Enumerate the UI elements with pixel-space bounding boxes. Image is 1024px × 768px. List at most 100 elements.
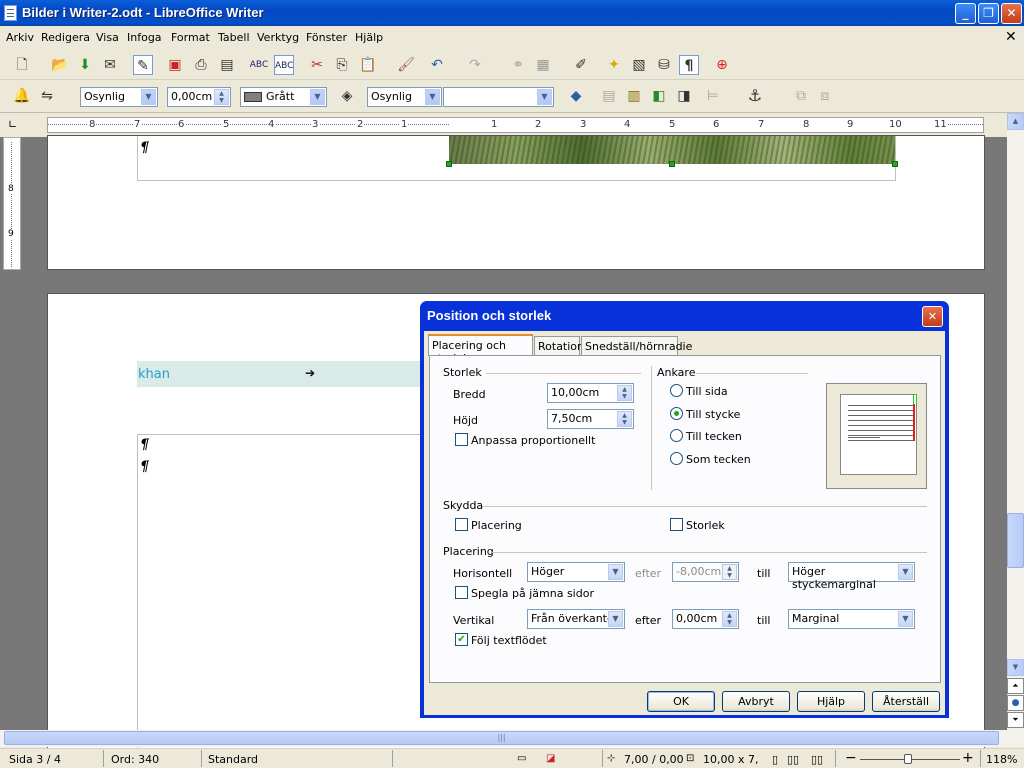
anchor-page-label[interactable]: Till sida xyxy=(686,385,728,398)
tab-position-size[interactable]: Placering och storlek xyxy=(428,334,533,365)
gallery-icon[interactable]: ▧ xyxy=(629,55,649,75)
vertical-select[interactable]: Från överkanten ▼ xyxy=(527,609,625,629)
edit-mode-icon[interactable]: ✎ xyxy=(133,55,153,75)
menu-hjalp[interactable]: Hjälp xyxy=(355,31,383,44)
page-previous[interactable]: ¶ xyxy=(47,135,985,270)
anchor-character-label[interactable]: Till tecken xyxy=(686,430,742,443)
spin-arrows-icon[interactable]: ▲ ▼ xyxy=(617,411,632,427)
bring-front-icon[interactable]: ◧ xyxy=(649,86,669,106)
send-back-icon[interactable]: ◨ xyxy=(674,86,694,106)
reset-button[interactable]: Återställ xyxy=(872,691,940,712)
cut-icon[interactable]: ✂ xyxy=(307,55,327,75)
keep-ratio-checkbox[interactable] xyxy=(455,433,468,446)
unlink-frames-icon[interactable]: ⧈ xyxy=(815,86,835,106)
open-folder-icon[interactable]: 📂 xyxy=(50,55,70,75)
width-field[interactable]: 10,00cm ▲ ▼ xyxy=(547,383,634,403)
vertical-ruler[interactable]: 8 9 xyxy=(3,137,21,270)
protect-size-label[interactable]: Storlek xyxy=(686,519,725,532)
menu-redigera[interactable]: Redigera xyxy=(41,31,90,44)
anchor-paragraph-radio[interactable] xyxy=(670,407,683,420)
bell-icon[interactable]: 🔔 xyxy=(12,86,32,106)
data-sources-icon[interactable]: ⛁ xyxy=(654,55,674,75)
anchor-as-char-label[interactable]: Som tecken xyxy=(686,453,751,466)
wrap-icon[interactable]: ⇋ xyxy=(37,86,57,106)
menu-tabell[interactable]: Tabell xyxy=(218,31,250,44)
prev-page-icon[interactable]: ⏶ xyxy=(1007,678,1024,694)
highlighted-paragraph[interactable]: khan ➔ xyxy=(137,361,427,387)
status-zoom[interactable]: 118% xyxy=(986,753,1017,766)
menu-arkiv[interactable]: Arkiv xyxy=(6,31,34,44)
wrap-off-icon[interactable]: ▤ xyxy=(599,86,619,106)
horizontal-ruler[interactable]: 8 7 6 5 4 3 2 1 1 2 3 4 5 6 7 8 9 10 11 xyxy=(47,117,984,133)
horizontal-scrollbar[interactable]: ||| xyxy=(0,730,1024,747)
link-frames-icon[interactable]: ⧉ xyxy=(791,86,811,106)
v-after-field[interactable]: 0,00cm ▲ ▼ xyxy=(672,609,739,629)
status-page-style[interactable]: Standard xyxy=(208,753,258,766)
cancel-button[interactable]: Avbryt xyxy=(722,691,790,712)
redo-icon[interactable]: ↷ xyxy=(465,55,485,75)
print-preview-icon[interactable]: ▤ xyxy=(217,55,237,75)
line-color-select[interactable]: Grått ▼ xyxy=(240,87,327,107)
selection-handle[interactable] xyxy=(669,161,675,167)
maximize-button[interactable]: ❐ xyxy=(978,3,999,24)
zoom-slider-thumb[interactable] xyxy=(904,754,912,764)
export-pdf-icon[interactable]: ▣ xyxy=(165,55,185,75)
menu-fonster[interactable]: Fönster xyxy=(306,31,347,44)
spellcheck-icon[interactable]: ABC xyxy=(249,55,269,75)
anchor-paragraph-label[interactable]: Till stycke xyxy=(686,408,740,421)
protect-position-label[interactable]: Placering xyxy=(471,519,522,532)
hyperlink-icon[interactable]: ⚭ xyxy=(508,55,528,75)
help-lifebuoy-icon[interactable]: ⊕ xyxy=(712,55,732,75)
table-icon[interactable]: ▦ xyxy=(533,55,553,75)
undo-icon[interactable]: ↶ xyxy=(427,55,447,75)
vertical-scrollbar[interactable]: ▲ ▼ ⏶ ● ⏷ xyxy=(1007,113,1024,730)
area-fill-select[interactable]: ▼ xyxy=(443,87,554,107)
scroll-thumb[interactable]: ||| xyxy=(4,731,999,745)
single-page-view-icon[interactable]: ▯ xyxy=(772,753,778,766)
area-style-select[interactable]: Osynlig ▼ xyxy=(367,87,442,107)
anchor-as-char-radio[interactable] xyxy=(670,452,683,465)
wrap-page-icon[interactable]: ▥ xyxy=(624,86,644,106)
navigator-icon[interactable]: ✦ xyxy=(604,55,624,75)
line-width-spinner[interactable]: 0,00cm ▲ ▼ xyxy=(167,87,231,107)
anchor-character-radio[interactable] xyxy=(670,429,683,442)
height-field[interactable]: 7,50cm ▲ ▼ xyxy=(547,409,634,429)
h-to-select[interactable]: Höger styckemarginal ▼ xyxy=(788,562,915,591)
line-style-select[interactable]: Osynlig ▼ xyxy=(80,87,158,107)
autospellcheck-icon[interactable]: ABC xyxy=(274,55,294,75)
book-view-icon[interactable]: ▯▯ xyxy=(811,753,823,766)
paste-icon[interactable]: 📋 xyxy=(358,55,378,75)
dialog-close-button[interactable]: ✕ xyxy=(922,306,943,327)
scroll-thumb[interactable] xyxy=(1007,513,1024,568)
save-icon[interactable]: ⬇ xyxy=(75,55,95,75)
keep-ratio-label[interactable]: Anpassa proportionellt xyxy=(471,434,595,447)
area-fill-icon[interactable]: ◈ xyxy=(337,86,357,106)
zoom-out-icon[interactable]: − xyxy=(845,750,857,766)
scroll-down-button[interactable]: ▼ xyxy=(1007,659,1024,676)
horizontal-select[interactable]: Höger ▼ xyxy=(527,562,625,582)
h-after-field[interactable]: -8,00cm ▲ ▼ xyxy=(672,562,739,582)
show-draw-functions-icon[interactable]: ✐ xyxy=(571,55,591,75)
mirror-checkbox[interactable] xyxy=(455,586,468,599)
anchor-page-radio[interactable] xyxy=(670,384,683,397)
spin-arrows-icon[interactable]: ▲ ▼ xyxy=(617,385,632,401)
protect-size-checkbox[interactable] xyxy=(670,518,683,531)
spin-arrows-icon[interactable]: ▲ ▼ xyxy=(722,611,737,627)
new-document-icon[interactable]: 🗋 xyxy=(12,55,32,75)
menu-format[interactable]: Format xyxy=(171,31,210,44)
follow-textflow-checkbox[interactable]: ✔ xyxy=(455,633,468,646)
email-icon[interactable]: ✉ xyxy=(100,55,120,75)
follow-textflow-label[interactable]: Följ textflödet xyxy=(471,634,547,647)
print-icon[interactable]: ⎙ xyxy=(191,55,211,75)
menu-visa[interactable]: Visa xyxy=(96,31,119,44)
next-page-icon[interactable]: ⏷ xyxy=(1007,712,1024,728)
copy-icon[interactable]: ⎘ xyxy=(332,55,352,75)
minimize-button[interactable]: _ xyxy=(955,3,976,24)
protect-position-checkbox[interactable] xyxy=(455,518,468,531)
selection-handle[interactable] xyxy=(446,161,452,167)
grass-image[interactable] xyxy=(449,136,895,164)
clone-format-icon[interactable]: 🖌 xyxy=(396,55,416,75)
menu-verktyg[interactable]: Verktyg xyxy=(257,31,299,44)
tab-stop-icon[interactable]: ∟ xyxy=(8,118,17,131)
anchor-icon[interactable]: ⚓ xyxy=(745,86,765,106)
